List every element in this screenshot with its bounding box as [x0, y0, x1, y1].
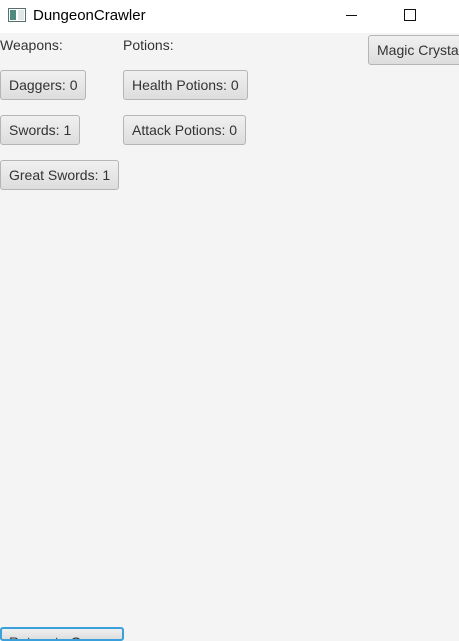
weapons-label: Weapons: [0, 37, 63, 53]
maximize-icon [404, 9, 416, 21]
minimize-button[interactable] [328, 0, 374, 33]
maximize-button[interactable] [387, 0, 433, 33]
health-potions-button[interactable]: Health Potions: 0 [123, 70, 248, 100]
daggers-button[interactable]: Daggers: 0 [0, 70, 87, 100]
swords-button[interactable]: Swords: 1 [0, 115, 81, 145]
app-window-icon [8, 8, 26, 22]
magic-crystal-button[interactable]: Magic Crystal [368, 35, 459, 65]
minimize-icon [346, 15, 357, 16]
potions-label: Potions: [123, 37, 174, 53]
great-swords-button[interactable]: Great Swords: 1 [0, 160, 120, 190]
window-titlebar[interactable]: DungeonCrawler [0, 0, 459, 33]
return-to-game-button[interactable]: Return to Game [0, 627, 124, 641]
window-title: DungeonCrawler [33, 7, 146, 24]
attack-potions-button[interactable]: Attack Potions: 0 [123, 115, 247, 145]
